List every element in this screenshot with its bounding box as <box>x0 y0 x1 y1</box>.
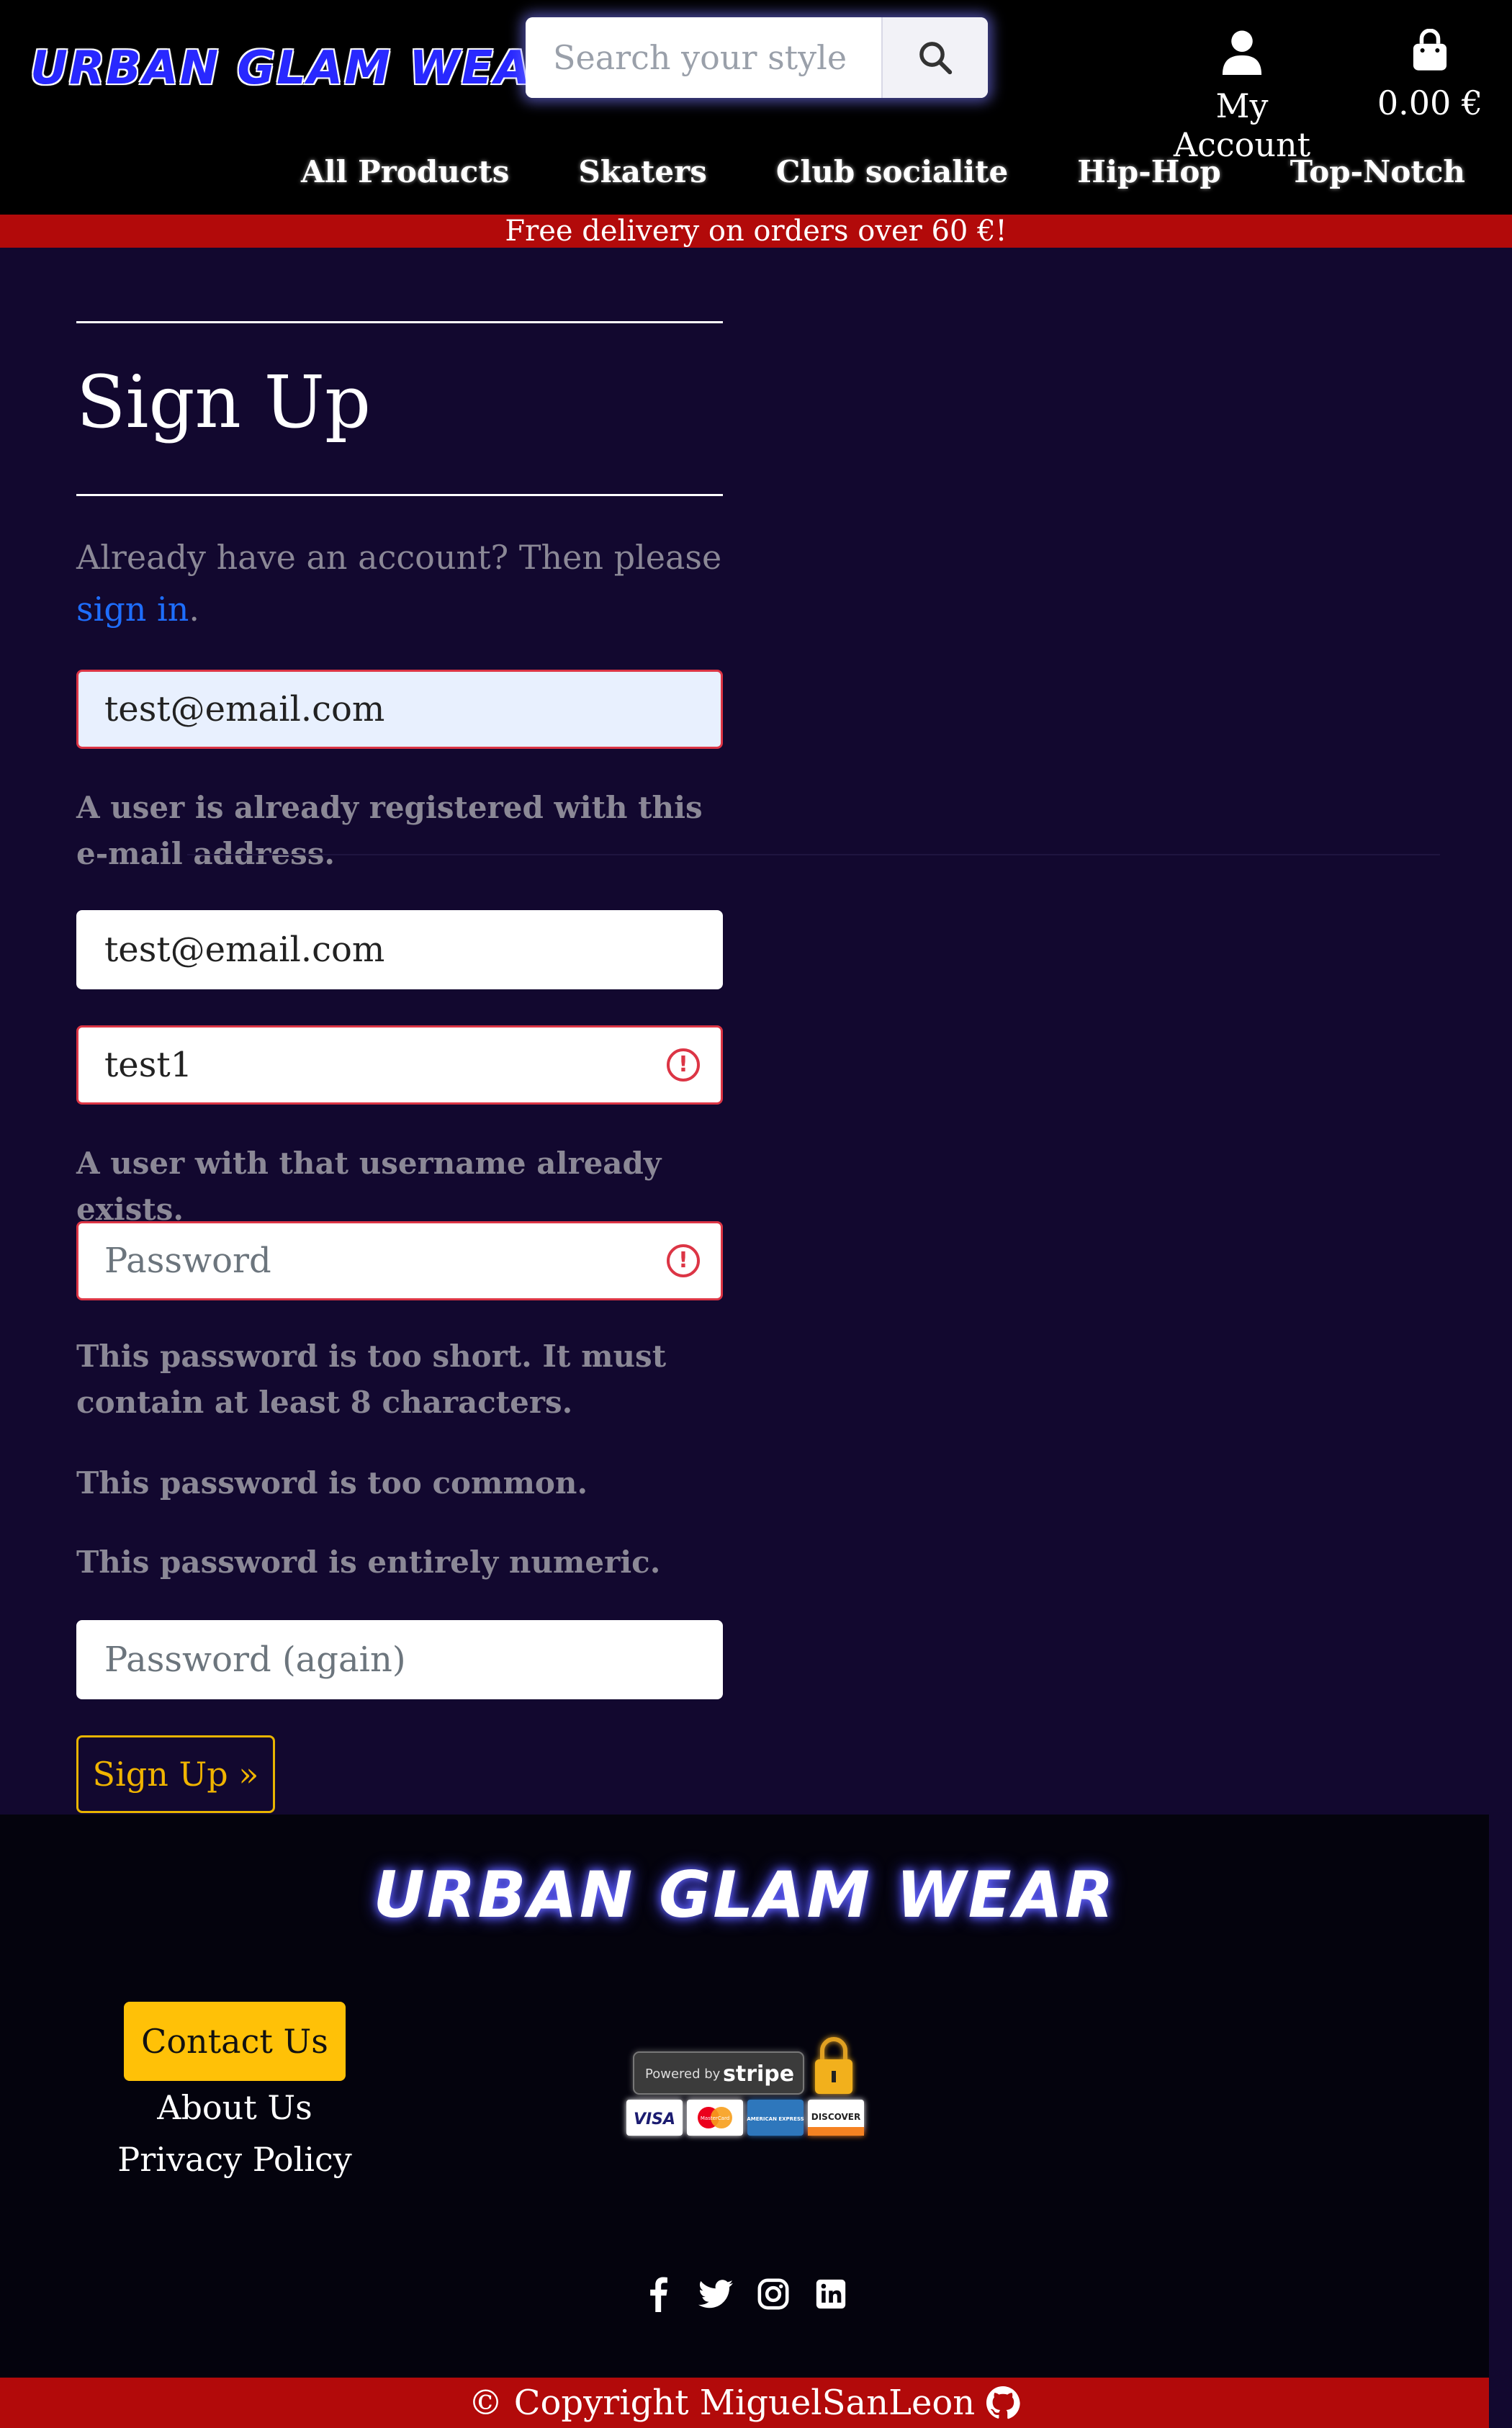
sign-up-button[interactable]: Sign Up » <box>76 1735 275 1813</box>
signin-prompt-period: . <box>189 590 199 629</box>
password-field[interactable] <box>76 1221 723 1300</box>
divider <box>187 854 1440 855</box>
twitter-icon[interactable] <box>698 2277 733 2311</box>
password-again-field[interactable] <box>76 1620 723 1699</box>
nav-item-top-notch[interactable]: Top-Notch <box>1290 154 1465 189</box>
search-icon <box>919 42 953 75</box>
stripe-powered-by: Powered by <box>645 2067 721 2082</box>
facebook-icon[interactable] <box>641 2277 675 2312</box>
search-bar <box>526 17 988 98</box>
email-confirm-field[interactable] <box>76 910 723 989</box>
stripe-badge: Powered by stripe VISA MasterCard AMERIC… <box>626 2037 864 2136</box>
password-error-common: This password is too common. <box>76 1465 588 1501</box>
email-field[interactable] <box>76 670 723 749</box>
page-title: Sign Up <box>76 360 371 444</box>
username-error: A user with that username already exists… <box>76 1146 662 1227</box>
search-button[interactable] <box>881 17 988 98</box>
discover-card: DISCOVER <box>811 2112 860 2122</box>
copyright-bar: © Copyright MiguelSanLeon <box>0 2378 1489 2428</box>
nav-item-all-products[interactable]: All Products <box>301 154 509 189</box>
my-account-label: My Account <box>1173 86 1311 164</box>
password-error-numeric: This password is entirely numeric. <box>76 1545 661 1580</box>
title-divider-bottom <box>76 494 723 496</box>
search-input[interactable] <box>526 17 881 98</box>
copyright-text: © Copyright MiguelSanLeon <box>468 2383 976 2423</box>
footer-logo: URBAN GLAM WEAR <box>373 1858 1116 1932</box>
about-us-link[interactable]: About Us <box>72 2088 397 2127</box>
error-icon: ! <box>667 1244 700 1277</box>
linkedin-icon[interactable] <box>814 2277 848 2311</box>
visa-card: VISA <box>634 2110 675 2128</box>
privacy-policy-link[interactable]: Privacy Policy <box>72 2140 397 2179</box>
cart-link[interactable]: 0.00 € <box>1372 28 1488 122</box>
user-icon <box>1222 30 1262 75</box>
site-logo[interactable]: URBAN GLAM WEAR <box>30 42 568 95</box>
username-field[interactable] <box>76 1025 723 1105</box>
cart-total: 0.00 € <box>1377 84 1483 122</box>
instagram-icon[interactable] <box>756 2277 791 2311</box>
main-nav: All Products Skaters Club socialite Hip-… <box>301 154 1465 189</box>
delivery-banner: Free delivery on orders over 60 €! <box>0 215 1512 248</box>
nav-item-club-socialite[interactable]: Club socialite <box>776 154 1008 189</box>
github-icon[interactable] <box>986 2386 1021 2420</box>
stripe-brand: stripe <box>723 2061 794 2087</box>
title-divider-top <box>76 321 723 323</box>
contact-us-button[interactable]: Contact Us <box>124 2002 346 2081</box>
signin-prompt: Already have an account? Then please sig… <box>76 531 723 635</box>
site-header: URBAN GLAM WEAR My Account 0.00 € All Pr… <box>0 0 1512 215</box>
shopping-bag-icon <box>1413 28 1447 71</box>
my-account-link[interactable]: My Account <box>1145 29 1339 164</box>
nav-item-skaters[interactable]: Skaters <box>578 154 707 189</box>
social-links <box>0 2277 1489 2312</box>
nav-item-hip-hop[interactable]: Hip-Hop <box>1077 154 1221 189</box>
mastercard-card: MasterCard <box>701 2115 729 2121</box>
amex-card: AMERICAN EXPRESS <box>747 2116 804 2122</box>
email-error: A user is already registered with this e… <box>76 790 703 871</box>
password-error-short: This password is too short. It must cont… <box>76 1339 667 1420</box>
signin-prompt-text: Already have an account? Then please <box>76 538 722 577</box>
error-icon: ! <box>667 1048 700 1082</box>
sign-in-link[interactable]: sign in <box>76 590 189 629</box>
